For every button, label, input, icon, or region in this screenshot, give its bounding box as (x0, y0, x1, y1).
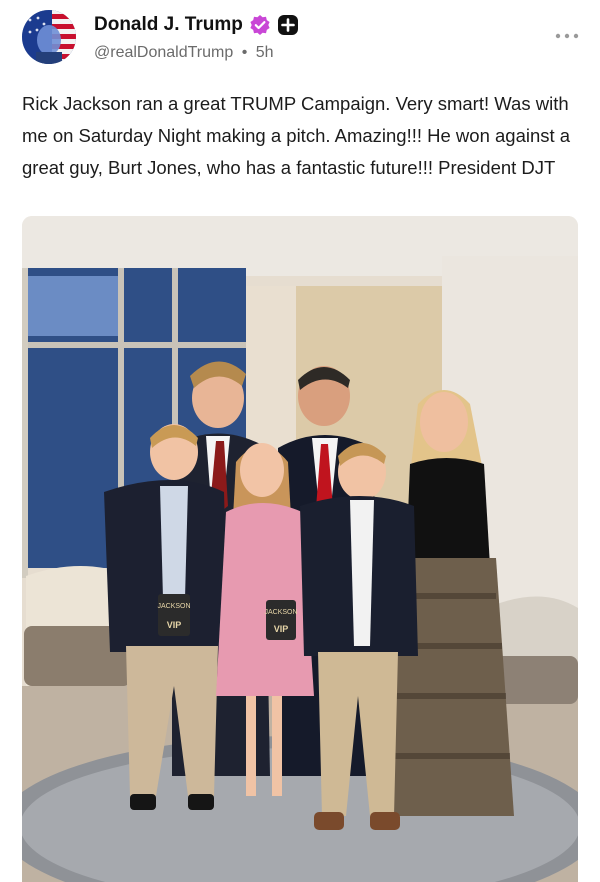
verified-badge-icon (249, 14, 271, 36)
post-card: Donald J. Trump @realDonaldTrump • 5h Ri… (0, 0, 600, 882)
display-name[interactable]: Donald J. Trump (94, 14, 243, 36)
plus-badge-icon (277, 14, 299, 36)
post-text: Rick Jackson ran a great TRUMP Campaign.… (22, 93, 571, 178)
name-row: Donald J. Trump (94, 14, 299, 36)
group-photo: JACKSON VIP JACKSON VIP (22, 216, 578, 882)
post-header: Donald J. Trump @realDonaldTrump • 5h (22, 10, 580, 68)
avatar[interactable] (22, 10, 76, 64)
american-flag-portrait-avatar-icon (22, 10, 76, 64)
post-photo[interactable]: JACKSON VIP JACKSON VIP (22, 216, 578, 882)
handle[interactable]: @realDonaldTrump (94, 44, 233, 61)
timestamp[interactable]: 5h (256, 44, 274, 61)
separator-dot: • (241, 44, 248, 61)
vip-badge-2 (266, 600, 296, 640)
badge-1-line2: VIP (167, 620, 182, 630)
badge-2-line1: JACKSON (264, 609, 297, 616)
more-horizontal-icon[interactable] (554, 28, 580, 39)
badge-2-line2: VIP (274, 624, 289, 634)
badge-1-line1: JACKSON (157, 603, 190, 610)
handle-row: @realDonaldTrump • 5h (94, 44, 274, 62)
